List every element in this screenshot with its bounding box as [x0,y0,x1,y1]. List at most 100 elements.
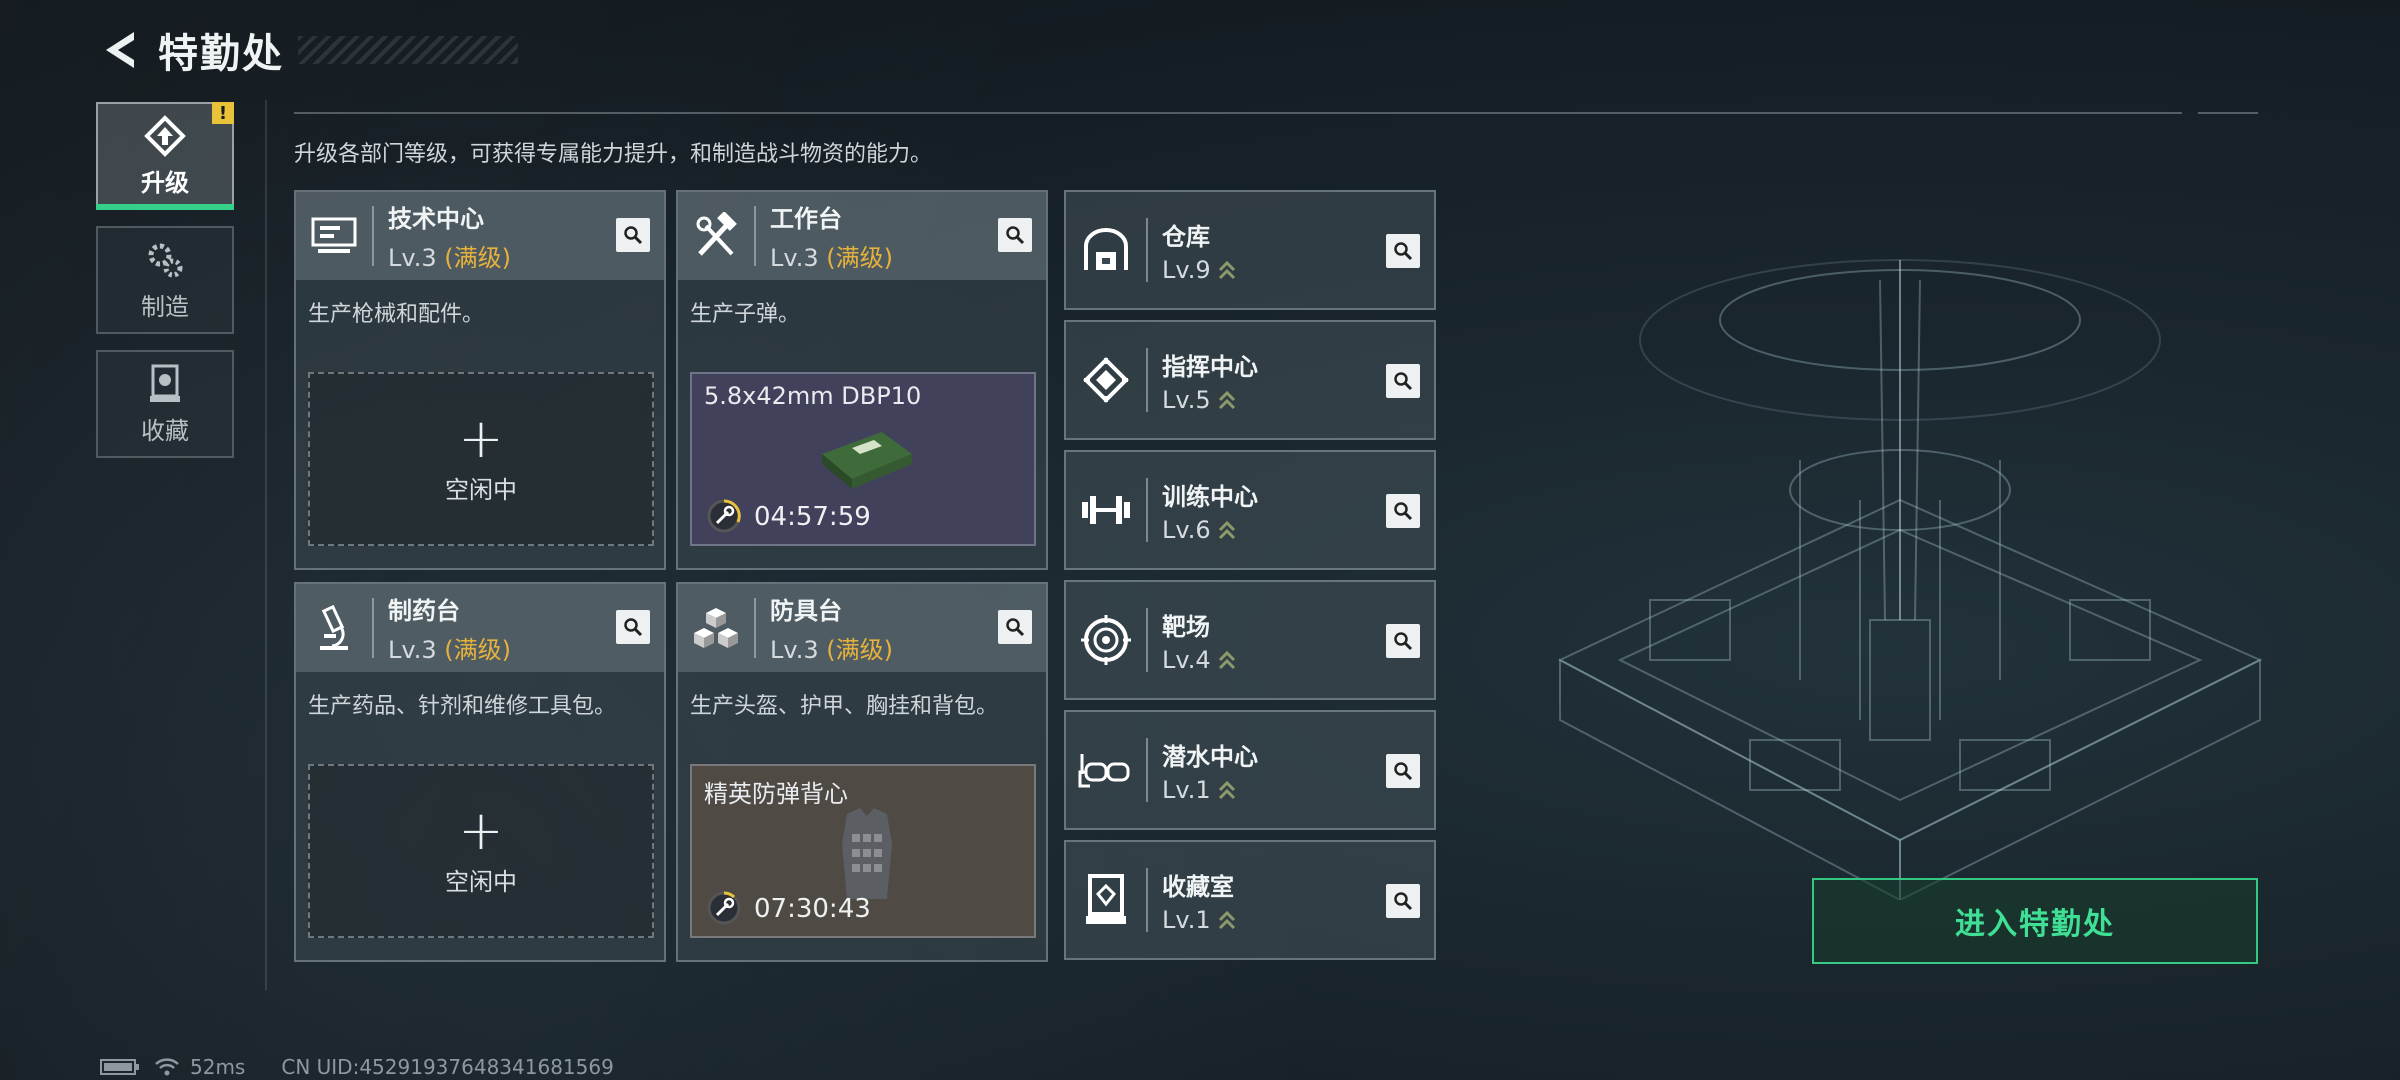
card-header: 技术中心 Lv.3 (满级) [296,192,664,280]
search-icon [1394,762,1413,781]
search-button[interactable] [998,218,1032,252]
divider [1146,478,1148,542]
search-button[interactable] [1386,624,1420,658]
upgrade-chevron-icon [1218,780,1235,799]
display-case-icon [1066,842,1146,958]
body-armor-image [842,808,892,899]
search-button[interactable] [1386,884,1420,918]
battery-icon [100,1059,139,1075]
upgrade-chevron-icon [1218,260,1235,279]
collection-icon [150,364,180,402]
enter-special-ops-button[interactable]: 进入特勤处 [1812,878,2258,964]
divider [2198,112,2258,114]
card-level: Lv.3 (满级) [388,244,511,272]
idle-slot[interactable]: + 空闲中 [308,764,654,938]
dumbbell-icon [1066,452,1146,568]
search-icon [1006,226,1025,245]
divider [372,598,374,658]
divider [754,598,756,658]
command-center-icon [1066,322,1146,438]
card-name: 工作台 [770,205,842,233]
facility-name: 靶场 [1162,612,1210,641]
facility-name: 潜水中心 [1162,742,1258,771]
title-decoration [298,36,518,64]
facility-model-illustration [1557,259,2263,900]
plus-icon: + [458,798,504,862]
facility-collection-room[interactable]: 收藏室 Lv.1 [1064,840,1436,960]
ping-value: 52ms [190,1055,246,1079]
search-button[interactable] [1386,754,1420,788]
nav-upgrade[interactable]: ! 升级 [96,102,234,210]
facility-level: Lv.1 [1162,906,1237,934]
card-workbench[interactable]: 工作台 Lv.3 (满级) 生产子弹。 5.8x42mm DBP10 04:57… [676,190,1048,570]
card-armor-bench[interactable]: 防具台 Lv.3 (满级) 生产头盔、护甲、胸挂和背包。 精英防弹背心 07:3… [676,582,1048,962]
card-description: 生产药品、针剂和维修工具包。 [308,694,617,719]
card-level: Lv.3 (满级) [770,636,893,664]
facility-level: Lv.4 [1162,646,1237,674]
card-description: 生产子弹。 [690,302,801,327]
card-description: 生产枪械和配件。 [308,302,485,327]
card-tech-center[interactable]: 技术中心 Lv.3 (满级) 生产枪械和配件。 + 空闲中 [294,190,666,570]
nav-manufacture[interactable]: 制造 [96,226,234,334]
divider [265,100,267,990]
card-level: Lv.3 (满级) [388,636,511,664]
back-button[interactable] [96,22,144,78]
card-pharmacy[interactable]: 制药台 Lv.3 (满级) 生产药品、针剂和维修工具包。 + 空闲中 [294,582,666,962]
facility-name: 收藏室 [1162,872,1234,901]
player-uid: CN UID:452919376483416815​69 [281,1055,614,1079]
upgrade-chevron-icon [1218,650,1235,669]
nav-collection[interactable]: 收藏 [96,350,234,458]
craft-slot[interactable]: 精英防弹背心 07:30:43 [690,764,1036,938]
upgrade-icon [144,114,186,157]
search-icon [1394,502,1413,521]
upgrade-chevron-icon [1218,520,1235,539]
nav-label: 制造 [141,292,189,321]
armor-cubes-icon [678,584,754,672]
search-button[interactable] [616,610,650,644]
microscope-icon [296,584,372,672]
search-button[interactable] [998,610,1032,644]
facility-command-center[interactable]: 指挥中心 Lv.5 [1064,320,1436,440]
divider [294,112,2182,114]
craft-item-name: 精英防弹背心 [704,780,848,808]
card-name: 防具台 [770,597,842,625]
left-nav: ! 升级 制造 收藏 [96,102,234,474]
facility-name: 训练中心 [1162,482,1258,511]
search-icon [1394,372,1413,391]
idle-slot[interactable]: + 空闲中 [308,372,654,546]
search-button[interactable] [616,218,650,252]
divider [372,206,374,266]
upgrade-chevron-icon [1218,390,1235,409]
hammer-wrench-icon [678,192,754,280]
facility-warehouse[interactable]: 仓库 Lv.9 [1064,190,1436,310]
wrench-timer-icon [707,891,741,925]
target-icon [1066,582,1146,698]
facility-training-center[interactable]: 训练中心 Lv.6 [1064,450,1436,570]
facility-shooting-range[interactable]: 靶场 Lv.4 [1064,580,1436,700]
divider [1146,738,1148,802]
warehouse-icon [1066,192,1146,308]
nav-label: 收藏 [141,416,189,445]
search-button[interactable] [1386,234,1420,268]
idle-label: 空闲中 [445,475,517,504]
wrench-timer-icon [707,499,741,533]
divider [1146,348,1148,412]
search-button[interactable] [1386,364,1420,398]
card-name: 技术中心 [388,205,484,233]
diving-mask-icon [1066,712,1146,828]
facility-diving-center[interactable]: 潜水中心 Lv.1 [1064,710,1436,830]
divider [1146,608,1148,672]
page-description: 升级各部门等级，可获得专属能力提升，和制造战斗物资的能力。 [294,142,933,167]
alert-badge: ! [212,102,234,124]
card-description: 生产头盔、护甲、胸挂和背包。 [690,694,999,719]
status-bar: 52ms CN UID:452919376483416815​69 [100,1054,614,1080]
back-arrow-icon [106,32,134,68]
card-header: 制药台 Lv.3 (满级) [296,584,664,672]
search-icon [1006,618,1025,637]
craft-timer: 04:57:59 [754,502,871,532]
search-icon [1394,632,1413,651]
plus-icon: + [458,406,504,470]
craft-slot[interactable]: 5.8x42mm DBP10 04:57:59 [690,372,1036,546]
search-button[interactable] [1386,494,1420,528]
upgrade-chevron-icon [1218,910,1235,929]
